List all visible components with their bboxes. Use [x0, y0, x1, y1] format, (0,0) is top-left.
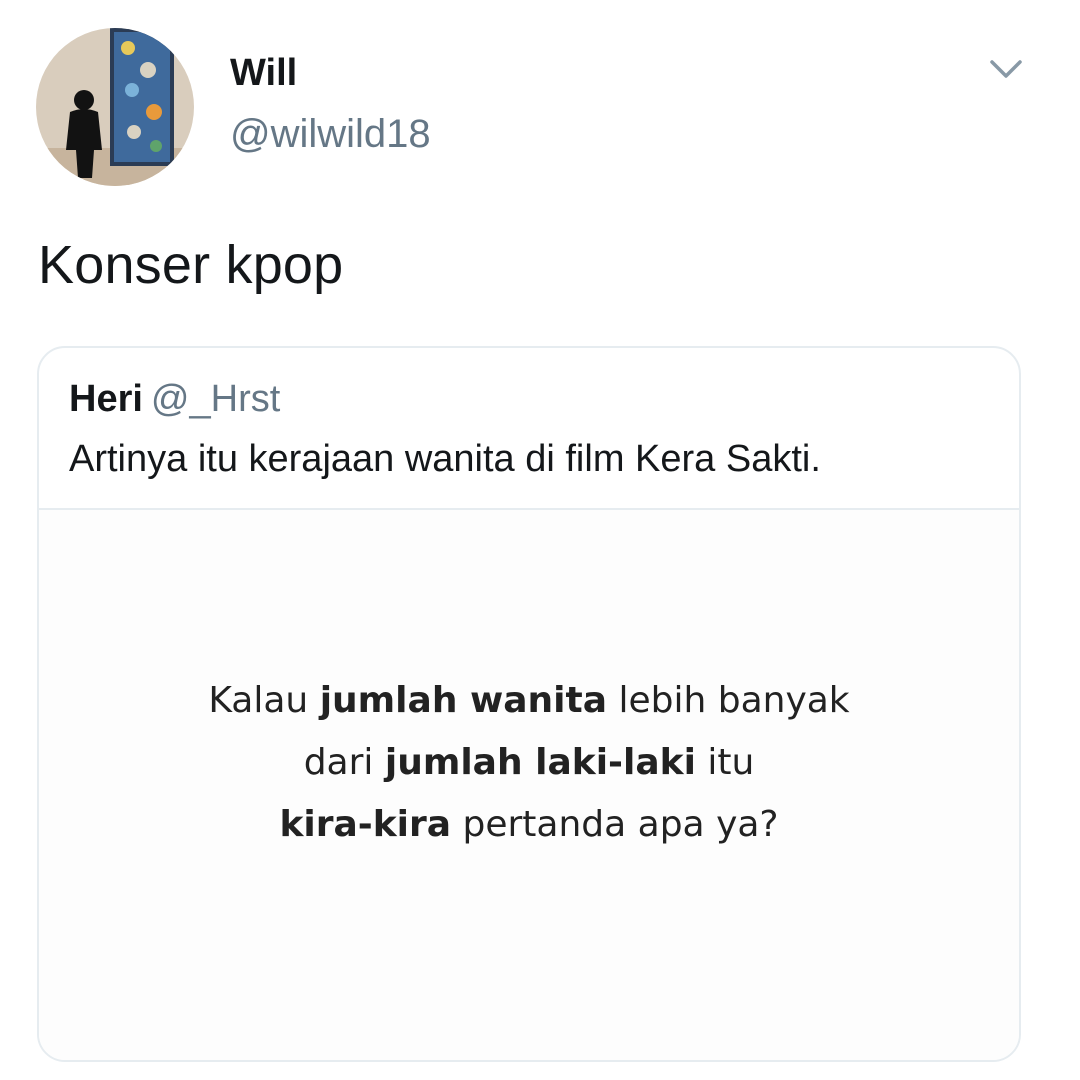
quoted-author-name: Heri [69, 378, 143, 420]
caption-line-1: Kalau jumlah wanita lebih banyak [208, 680, 850, 721]
quoted-tweet-image[interactable]: Kalau jumlah wanita lebih banyak dari ju… [39, 510, 1019, 1060]
quoted-tweet-text: Artinya itu kerajaan wanita di film Kera… [69, 438, 821, 480]
tweet-text: Konser kpop [38, 235, 344, 295]
author-handle[interactable]: @wilwild18 [230, 112, 431, 157]
quoted-tweet-header: Heri @_Hrst [69, 378, 280, 421]
quoted-tweet-card[interactable]: Heri @_Hrst Artinya itu kerajaan wanita d… [37, 346, 1021, 1062]
image-caption: Kalau jumlah wanita lebih banyak dari ju… [39, 670, 1019, 856]
author-display-name[interactable]: Will [230, 52, 297, 95]
quoted-author-handle: @_Hrst [150, 378, 281, 420]
avatar[interactable] [36, 28, 194, 186]
chevron-down-icon[interactable] [986, 52, 1026, 84]
avatar-photo [36, 28, 194, 186]
caption-line-2: dari jumlah laki-laki itu [303, 742, 755, 783]
caption-line-3: kira-kira pertanda apa ya? [279, 804, 779, 845]
